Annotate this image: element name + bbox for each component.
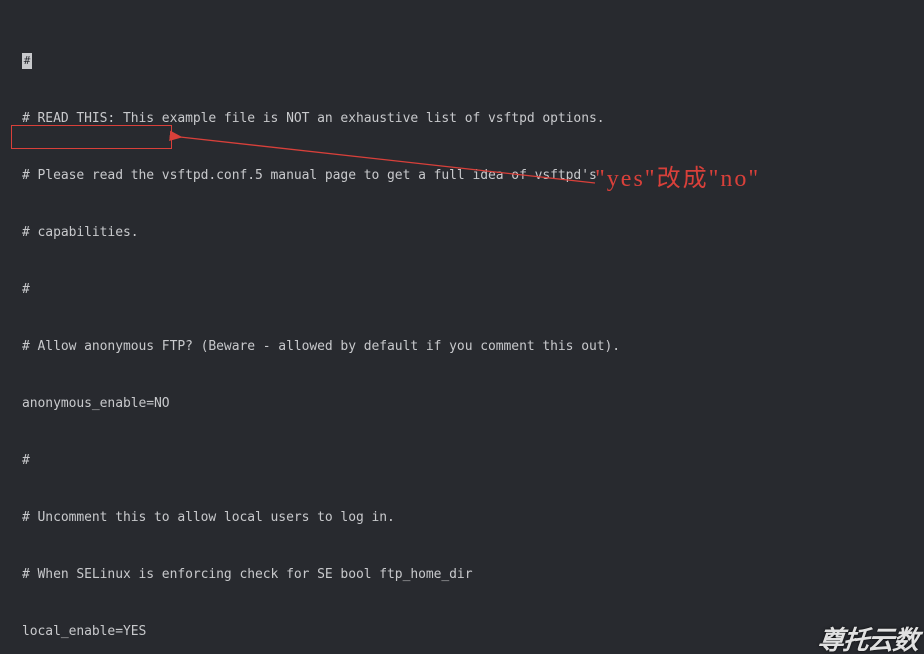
annotation-text: "yes"改成"no" xyxy=(595,170,760,189)
editor-line[interactable]: # Uncomment this to allow local users to… xyxy=(22,508,924,527)
editor-line[interactable]: # Please read the vsftpd.conf.5 manual p… xyxy=(22,166,924,185)
editor-line[interactable]: # xyxy=(22,451,924,470)
editor-line[interactable]: # Allow anonymous FTP? (Beware - allowed… xyxy=(22,337,924,356)
editor-line[interactable]: # capabilities. xyxy=(22,223,924,242)
cursor: # xyxy=(22,53,32,69)
editor-line[interactable]: local_enable=YES xyxy=(22,622,924,641)
editor-line[interactable]: # When SELinux is enforcing check for SE… xyxy=(22,565,924,584)
text-editor-viewport[interactable]: # # READ THIS: This example file is NOT … xyxy=(22,14,924,654)
editor-line[interactable]: # xyxy=(22,52,924,71)
editor-line-highlighted[interactable]: anonymous_enable=NO xyxy=(22,394,924,413)
editor-line[interactable]: # xyxy=(22,280,924,299)
editor-line[interactable]: # READ THIS: This example file is NOT an… xyxy=(22,109,924,128)
